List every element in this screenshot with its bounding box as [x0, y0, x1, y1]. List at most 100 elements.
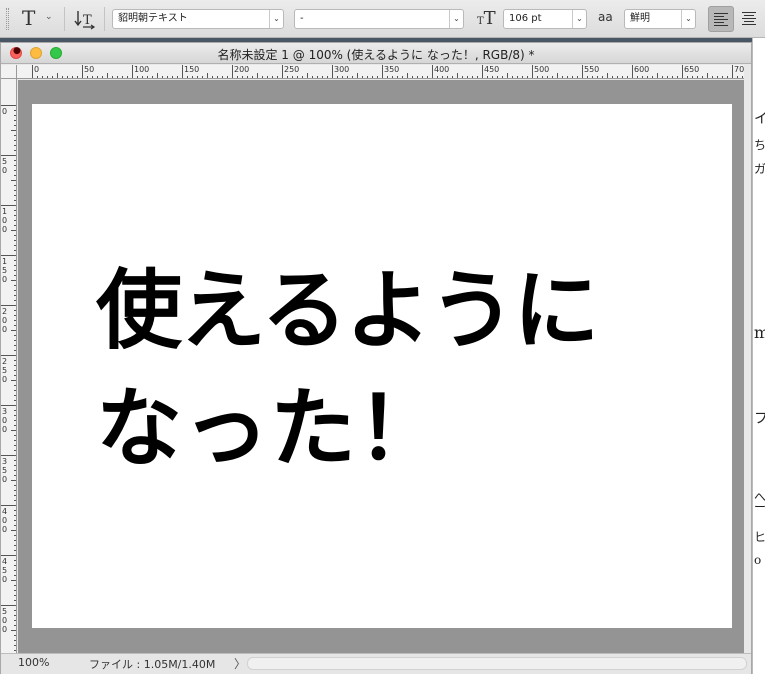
- ruler-label: 250: [284, 65, 300, 74]
- canvas-text-layer[interactable]: 使えるように なった！: [96, 252, 599, 488]
- ruler-tick: [627, 76, 628, 78]
- font-family-select[interactable]: 貂明朝テキスト ⌄: [112, 9, 284, 29]
- ruler-tick: [77, 76, 78, 78]
- ruler-label: 550: [584, 65, 600, 74]
- background-window-glyph: フ: [754, 408, 765, 428]
- ruler-tick: [667, 76, 668, 78]
- ruler-tick: [11, 580, 16, 581]
- ruler-tick: [11, 330, 16, 331]
- ruler-tick: [107, 73, 108, 78]
- ruler-tick: [422, 76, 423, 78]
- ruler-tick: [387, 76, 388, 78]
- ruler-tick: [332, 65, 333, 78]
- ruler-tick: [14, 520, 16, 521]
- ruler-label: 150: [184, 65, 200, 74]
- font-size-value: 106 pt: [509, 13, 542, 24]
- ruler-tick: [14, 215, 16, 216]
- ruler-label: 3 0 0: [2, 407, 8, 434]
- chevron-down-icon: ⌄: [572, 10, 586, 28]
- ruler-tick: [192, 76, 193, 78]
- ruler-tick: [162, 76, 163, 78]
- text-orientation-icon[interactable]: T: [74, 8, 96, 30]
- ruler-tick: [402, 76, 403, 78]
- ruler-tick: [122, 76, 123, 78]
- ruler-tick: [14, 485, 16, 486]
- file-info[interactable]: ファイル : 1.05M/1.40M: [89, 656, 215, 672]
- ruler-tick: [227, 76, 228, 78]
- ruler-label: 3 5 0: [2, 457, 8, 484]
- divider: [64, 7, 65, 31]
- ruler-label: 2 0 0: [2, 307, 8, 334]
- antialias-select[interactable]: 鮮明 ⌄: [624, 9, 696, 29]
- ruler-tick: [202, 76, 203, 78]
- ruler-tick: [272, 76, 273, 78]
- ruler-tick: [177, 76, 178, 78]
- ruler-tick: [67, 76, 68, 78]
- pasteboard[interactable]: 使えるように なった！: [18, 80, 744, 653]
- ruler-tick: [582, 65, 583, 78]
- ruler-tick: [87, 76, 88, 78]
- ruler-tick: [11, 280, 16, 281]
- document-title: 名称未設定 1 @ 100% (使えるように なった！, RGB/8) *: [217, 48, 535, 62]
- horizontal-scrollbar[interactable]: [247, 657, 747, 670]
- ruler-tick: [14, 245, 16, 246]
- ruler-origin[interactable]: [1, 65, 17, 79]
- ruler-tick: [1, 155, 16, 156]
- horizontal-ruler[interactable]: 0 50 100 150 200 250 300 350 400 450 500 550 600 650 7…: [17, 65, 744, 79]
- ruler-tick: [37, 76, 38, 78]
- ruler-tick: [207, 73, 208, 78]
- ruler-tick: [382, 65, 383, 78]
- background-window[interactable]: イちガmフへーヒo: [752, 38, 765, 674]
- ruler-tick: [14, 535, 16, 536]
- font-style-select[interactable]: - ⌄: [294, 9, 464, 29]
- ruler-tick: [14, 175, 16, 176]
- ruler-label: 70: [734, 65, 744, 74]
- ruler-tick: [357, 73, 358, 78]
- ruler-tick: [137, 76, 138, 78]
- ruler-tick: [487, 76, 488, 78]
- ruler-tick: [117, 76, 118, 78]
- ruler-tick: [14, 585, 16, 586]
- toolbar-grip[interactable]: [6, 8, 9, 30]
- ruler-tick: [347, 76, 348, 78]
- ruler-tick: [312, 76, 313, 78]
- ruler-tick: [592, 76, 593, 78]
- ruler-tick: [14, 475, 16, 476]
- font-size-select[interactable]: 106 pt ⌄: [503, 9, 587, 29]
- align-left-button[interactable]: [708, 6, 734, 32]
- ruler-tick: [11, 430, 16, 431]
- ruler-tick: [287, 76, 288, 78]
- ruler-tick: [14, 620, 16, 621]
- document-titlebar[interactable]: ● 名称未設定 1 @ 100% (使えるように なった！, RGB/8) *: [1, 43, 751, 64]
- ruler-tick: [11, 130, 16, 131]
- svg-text:T: T: [83, 13, 92, 28]
- ruler-tick: [14, 645, 16, 646]
- align-center-button[interactable]: [737, 6, 761, 32]
- ruler-tick: [692, 76, 693, 78]
- canvas[interactable]: 使えるように なった！: [32, 104, 732, 628]
- ruler-tick: [14, 625, 16, 626]
- ruler-tick: [687, 76, 688, 78]
- ruler-tick: [14, 365, 16, 366]
- vertical-ruler[interactable]: 0 5 0 1 0 0 1 5 0 2 0 0 2 5 0 3 0 0 3 5 0 4 0 0 4…: [1, 79, 17, 653]
- ruler-tick: [14, 460, 16, 461]
- ruler-tick: [14, 490, 16, 491]
- font-size-icon: TT: [477, 8, 496, 29]
- ruler-tick: [127, 76, 128, 78]
- ruler-tick: [152, 76, 153, 78]
- ruler-tick: [14, 515, 16, 516]
- type-tool-icon[interactable]: T: [22, 6, 35, 30]
- ruler-tick: [537, 76, 538, 78]
- ruler-tick: [62, 76, 63, 78]
- ruler-tick: [14, 570, 16, 571]
- ruler-tick: [14, 510, 16, 511]
- ruler-tick: [707, 73, 708, 78]
- chevron-down-icon[interactable]: ⌄: [45, 12, 53, 22]
- ruler-tick: [292, 76, 293, 78]
- ruler-tick: [197, 76, 198, 78]
- font-style-value: -: [300, 13, 304, 24]
- ruler-tick: [622, 76, 623, 78]
- ruler-tick: [14, 340, 16, 341]
- chevron-right-icon[interactable]: 〉: [234, 655, 246, 672]
- zoom-level[interactable]: 100%: [18, 656, 49, 669]
